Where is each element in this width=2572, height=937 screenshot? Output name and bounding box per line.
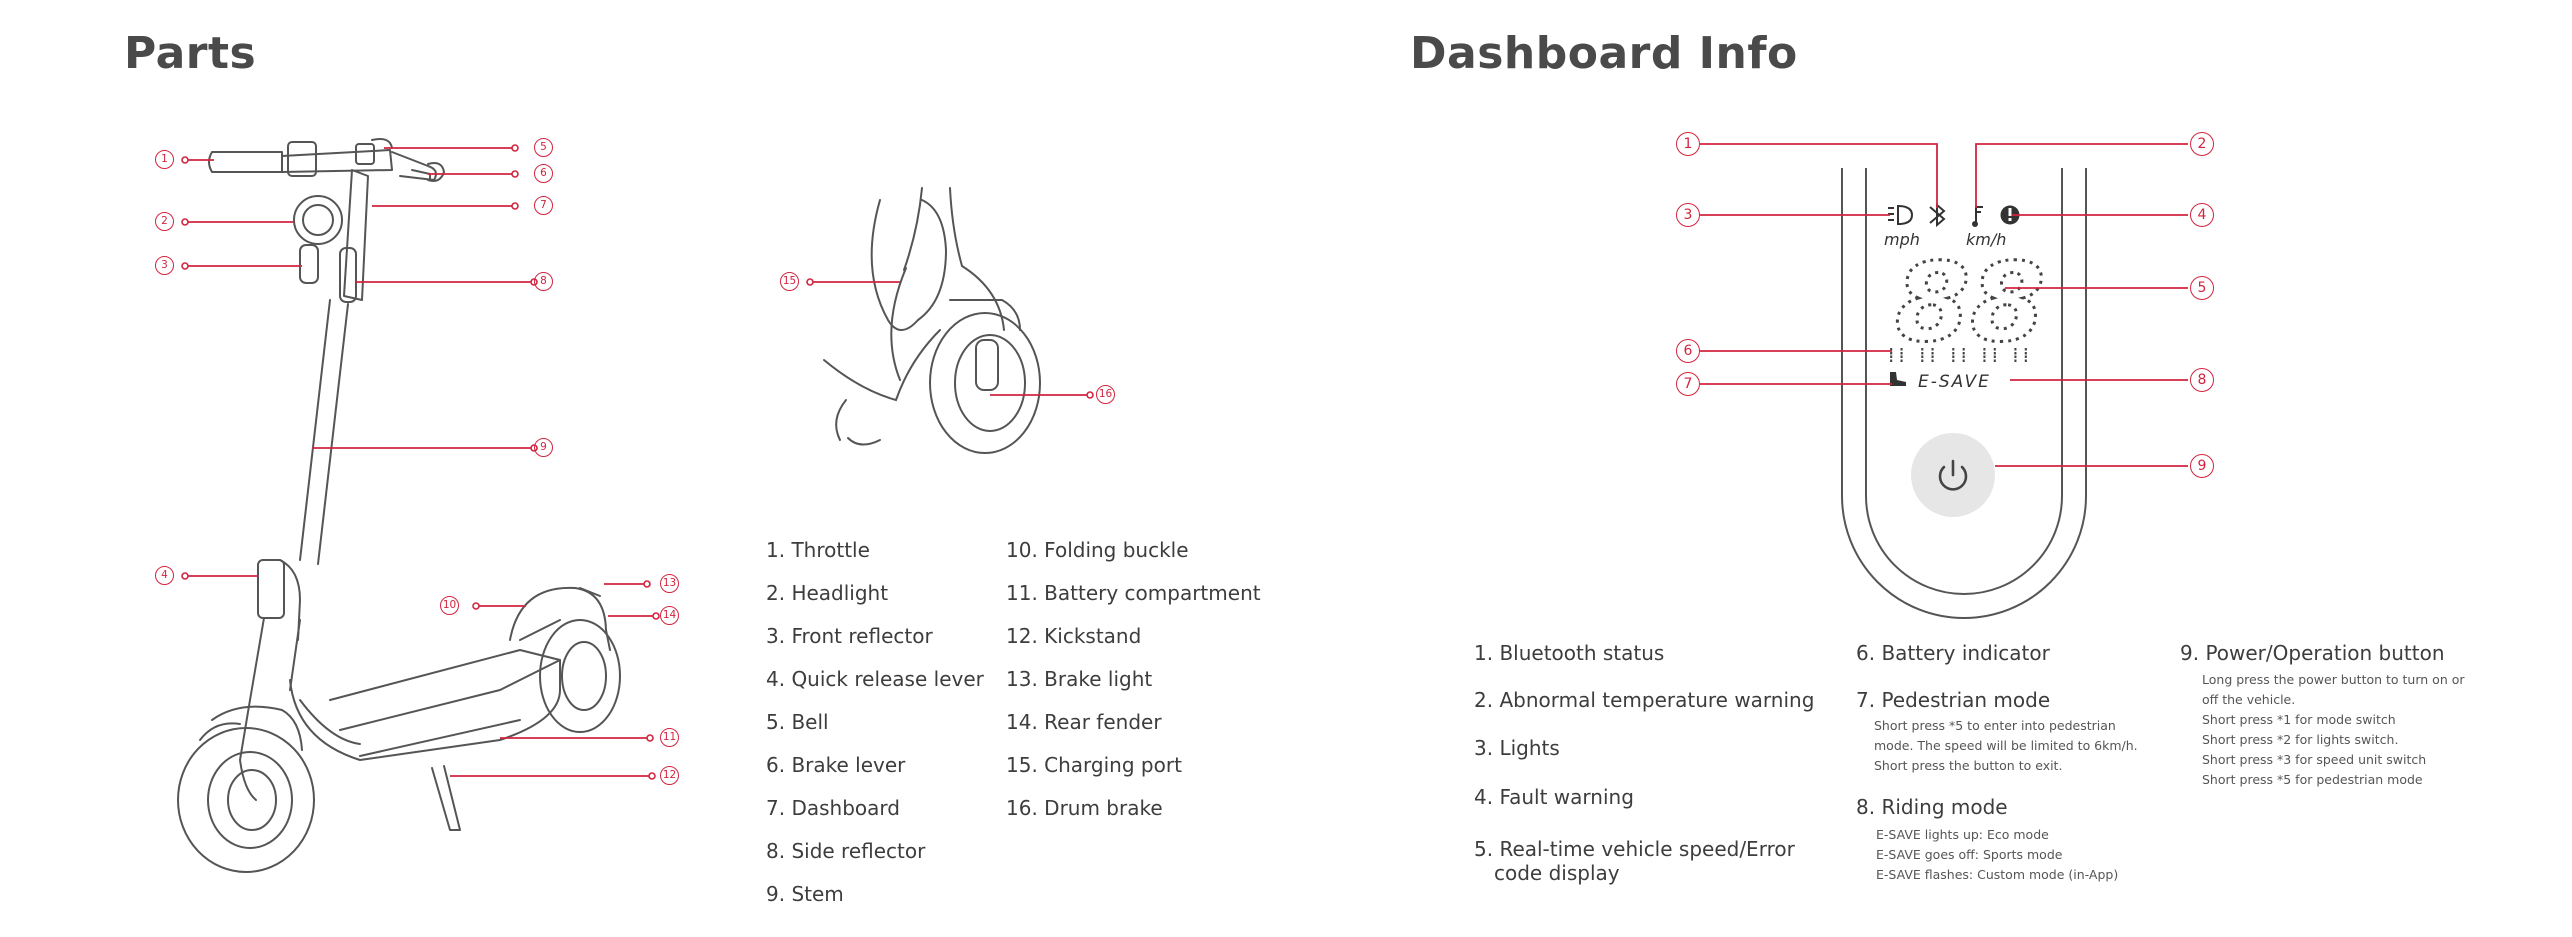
callout-13: 13 [660, 574, 679, 593]
dash-item-9: 9. Power/Operation button [2180, 641, 2445, 665]
dash-item-2: 2. Abnormal temperature warning [1474, 688, 1815, 712]
callout-2: 2 [155, 212, 174, 231]
list-item: 8. Side reflector [766, 839, 926, 863]
callout-3: 3 [155, 256, 174, 275]
dash-callout-7: 7 [1676, 372, 1700, 396]
dash-item-4: 4. Fault warning [1474, 785, 1634, 809]
dash-item-9-desc: Long press the power button to turn on o… [2202, 672, 2465, 787]
list-item: 12. Kickstand [1006, 624, 1142, 648]
dash-item-7: 7. Pedestrian mode [1856, 688, 2051, 712]
list-item: 5. Bell [766, 710, 829, 734]
dash-item-5-cont: code display [1494, 861, 1620, 885]
callout-5: 5 [534, 138, 553, 157]
wheel-detail-leader-lines [810, 281, 1090, 396]
dash-callout-4: 4 [2190, 203, 2214, 227]
callout-10: 10 [440, 596, 459, 615]
dash-item-1: 1. Bluetooth status [1474, 641, 1665, 665]
callout-16: 16 [1096, 385, 1115, 404]
callout-6: 6 [534, 164, 553, 183]
list-item: 4. Quick release lever [766, 667, 984, 691]
dash-callout-8: 8 [2190, 368, 2214, 392]
callout-1: 1 [155, 150, 174, 169]
dash-callout-1: 1 [1676, 132, 1700, 156]
scooter-line-art [177, 138, 621, 873]
callout-14: 14 [660, 606, 679, 625]
list-item: 13. Brake light [1006, 667, 1153, 691]
dash-callout-9: 9 [2190, 454, 2214, 478]
parts-list-col1: 1. Throttle 2. Headlight 3. Front reflec… [766, 529, 984, 916]
dash-item-8-desc: E-SAVE lights up: Eco mode E-SAVE goes o… [1876, 827, 2119, 882]
headlight-icon [1888, 204, 1914, 226]
list-item: 1. Throttle [766, 538, 870, 562]
dash-callout-3: 3 [1676, 203, 1700, 227]
scooter-illustration: mph km/h 88 ⁞⁞ ⁞⁞ ⁞⁞ ⁞⁞ ⁞⁞ E-SAVE [177, 138, 2188, 873]
pedestrian-mode-icon [1890, 372, 1906, 386]
dash-item-8: 8. Riding mode [1856, 795, 2008, 819]
list-item: 15. Charging port [1006, 753, 1182, 777]
parts-leader-lines [185, 147, 656, 777]
callout-4: 4 [155, 566, 174, 585]
esave-label: E-SAVE [1918, 372, 1991, 392]
dash-item-3: 3. Lights [1474, 736, 1560, 760]
callout-9: 9 [534, 438, 553, 457]
battery-indicator-dots: ⁞⁞ ⁞⁞ ⁞⁞ ⁞⁞ ⁞⁞ [1888, 343, 2033, 367]
parts-list-col2: 10. Folding buckle 11. Battery compartme… [1006, 529, 1261, 830]
list-item: 16. Drum brake [1006, 796, 1163, 820]
temperature-icon [1972, 206, 1983, 227]
list-item: 11. Battery compartment [1006, 581, 1261, 605]
list-item: 2. Headlight [766, 581, 889, 605]
callout-8: 8 [534, 272, 553, 291]
list-item: 10. Folding buckle [1006, 538, 1189, 562]
list-item: 3. Front reflector [766, 624, 933, 648]
callout-12: 12 [660, 766, 679, 785]
list-item: 9. Stem [766, 882, 844, 906]
dash-item-6: 6. Battery indicator [1856, 641, 2050, 665]
callout-7: 7 [534, 196, 553, 215]
callout-11: 11 [660, 728, 679, 747]
wheel-detail-line-art [823, 187, 1041, 454]
list-item: 6. Brake lever [766, 753, 906, 777]
dashboard-outline [1841, 168, 2087, 619]
dash-callout-6: 6 [1676, 339, 1700, 363]
callout-15: 15 [780, 272, 799, 291]
dash-item-5: 5. Real-time vehicle speed/Error [1474, 837, 1795, 861]
dash-callout-5: 5 [2190, 276, 2214, 300]
dash-callout-2: 2 [2190, 132, 2214, 156]
list-item: 14. Rear fender [1006, 710, 1162, 734]
dash-item-7-desc: Short press *5 to enter into pedestrian … [1874, 718, 2138, 773]
list-item: 7. Dashboard [766, 796, 900, 820]
